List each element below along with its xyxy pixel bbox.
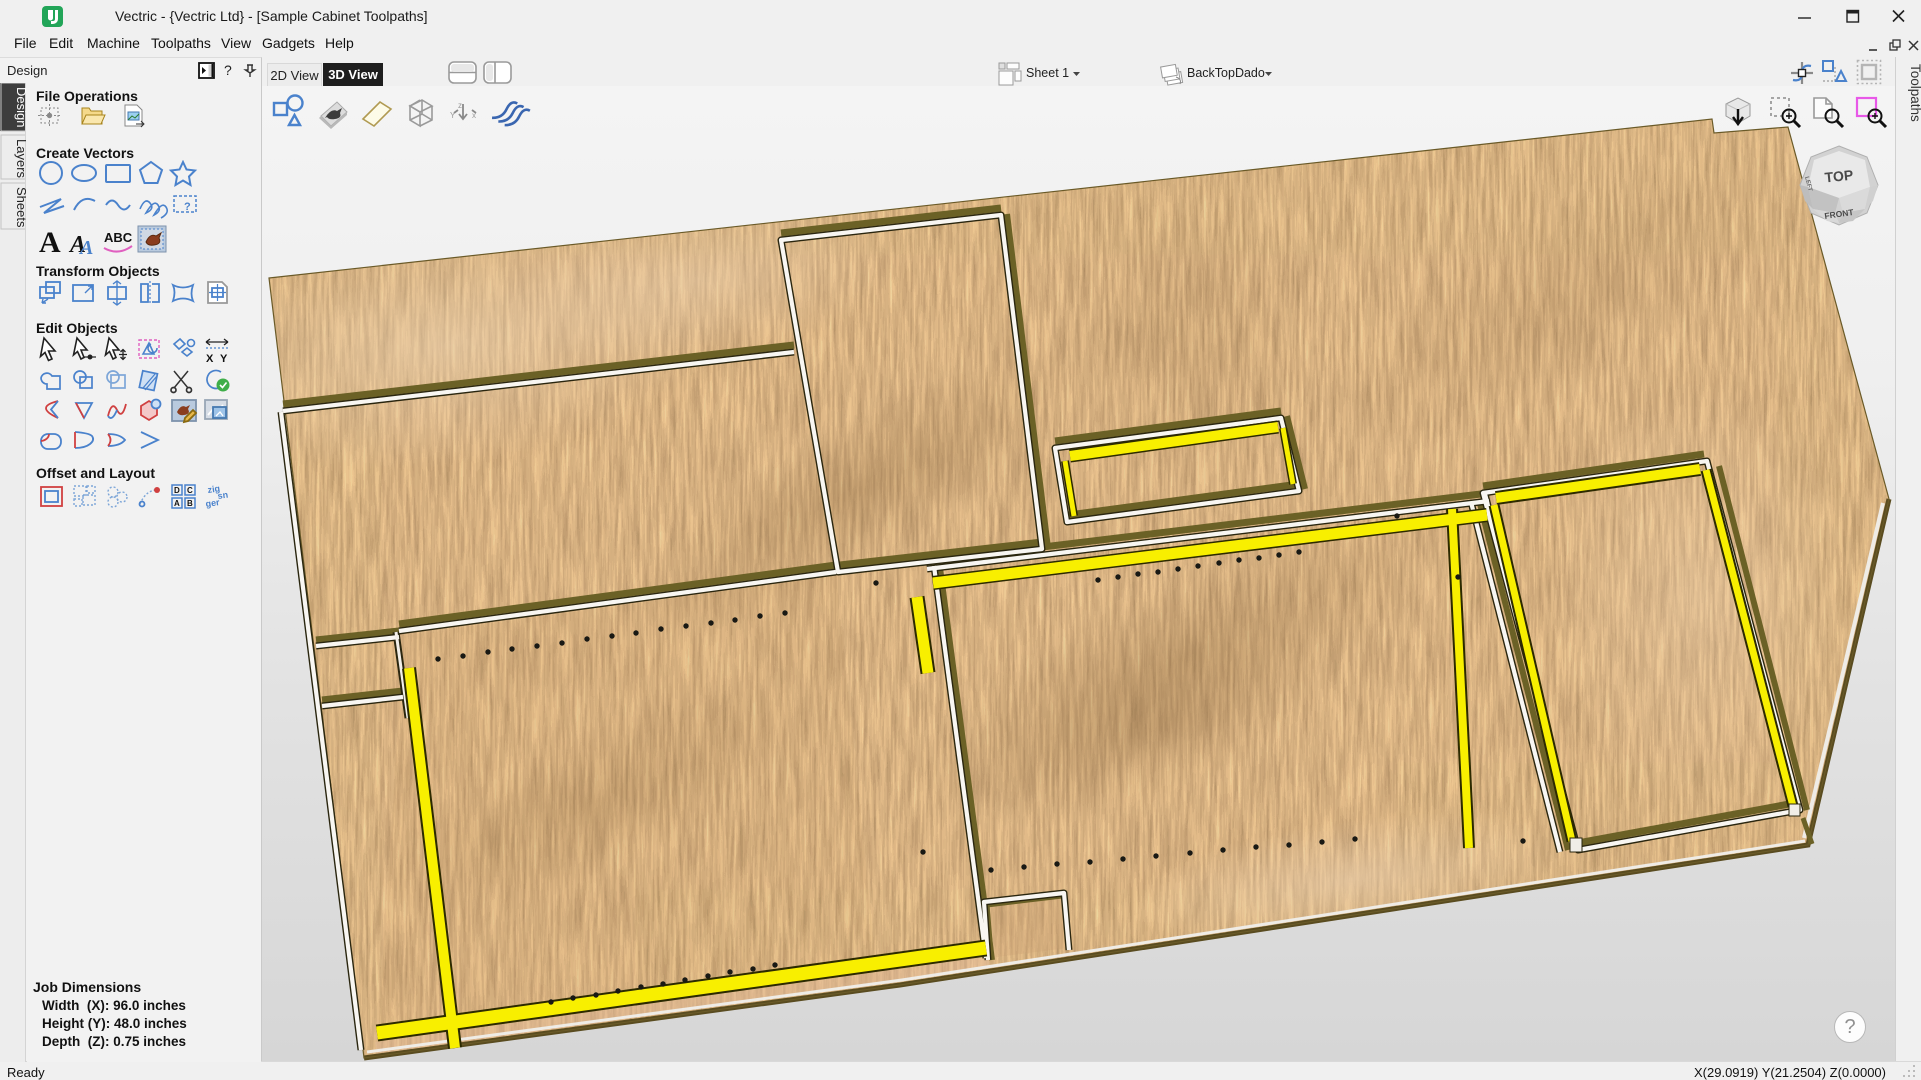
svg-text:ABC: ABC: [104, 230, 133, 245]
svg-text:A: A: [78, 237, 93, 259]
svg-text:?: ?: [184, 201, 191, 213]
svg-text:TOP: TOP: [1824, 167, 1854, 186]
svg-text:z: z: [458, 101, 462, 110]
svg-text:D: D: [174, 486, 180, 495]
svg-text:Sheets: Sheets: [14, 187, 26, 228]
svg-text:B: B: [187, 499, 193, 508]
svg-text:A: A: [174, 499, 180, 508]
svg-text:Toolpaths: Toolpaths: [1908, 64, 1921, 122]
svg-text:A: A: [39, 226, 61, 259]
svg-text:C: C: [187, 486, 193, 495]
svg-text:ger: ger: [205, 497, 221, 509]
svg-text:Design: Design: [14, 87, 26, 127]
svg-text:Y: Y: [220, 353, 228, 365]
svg-text:X: X: [206, 353, 214, 365]
svg-text:Layers: Layers: [14, 139, 26, 179]
